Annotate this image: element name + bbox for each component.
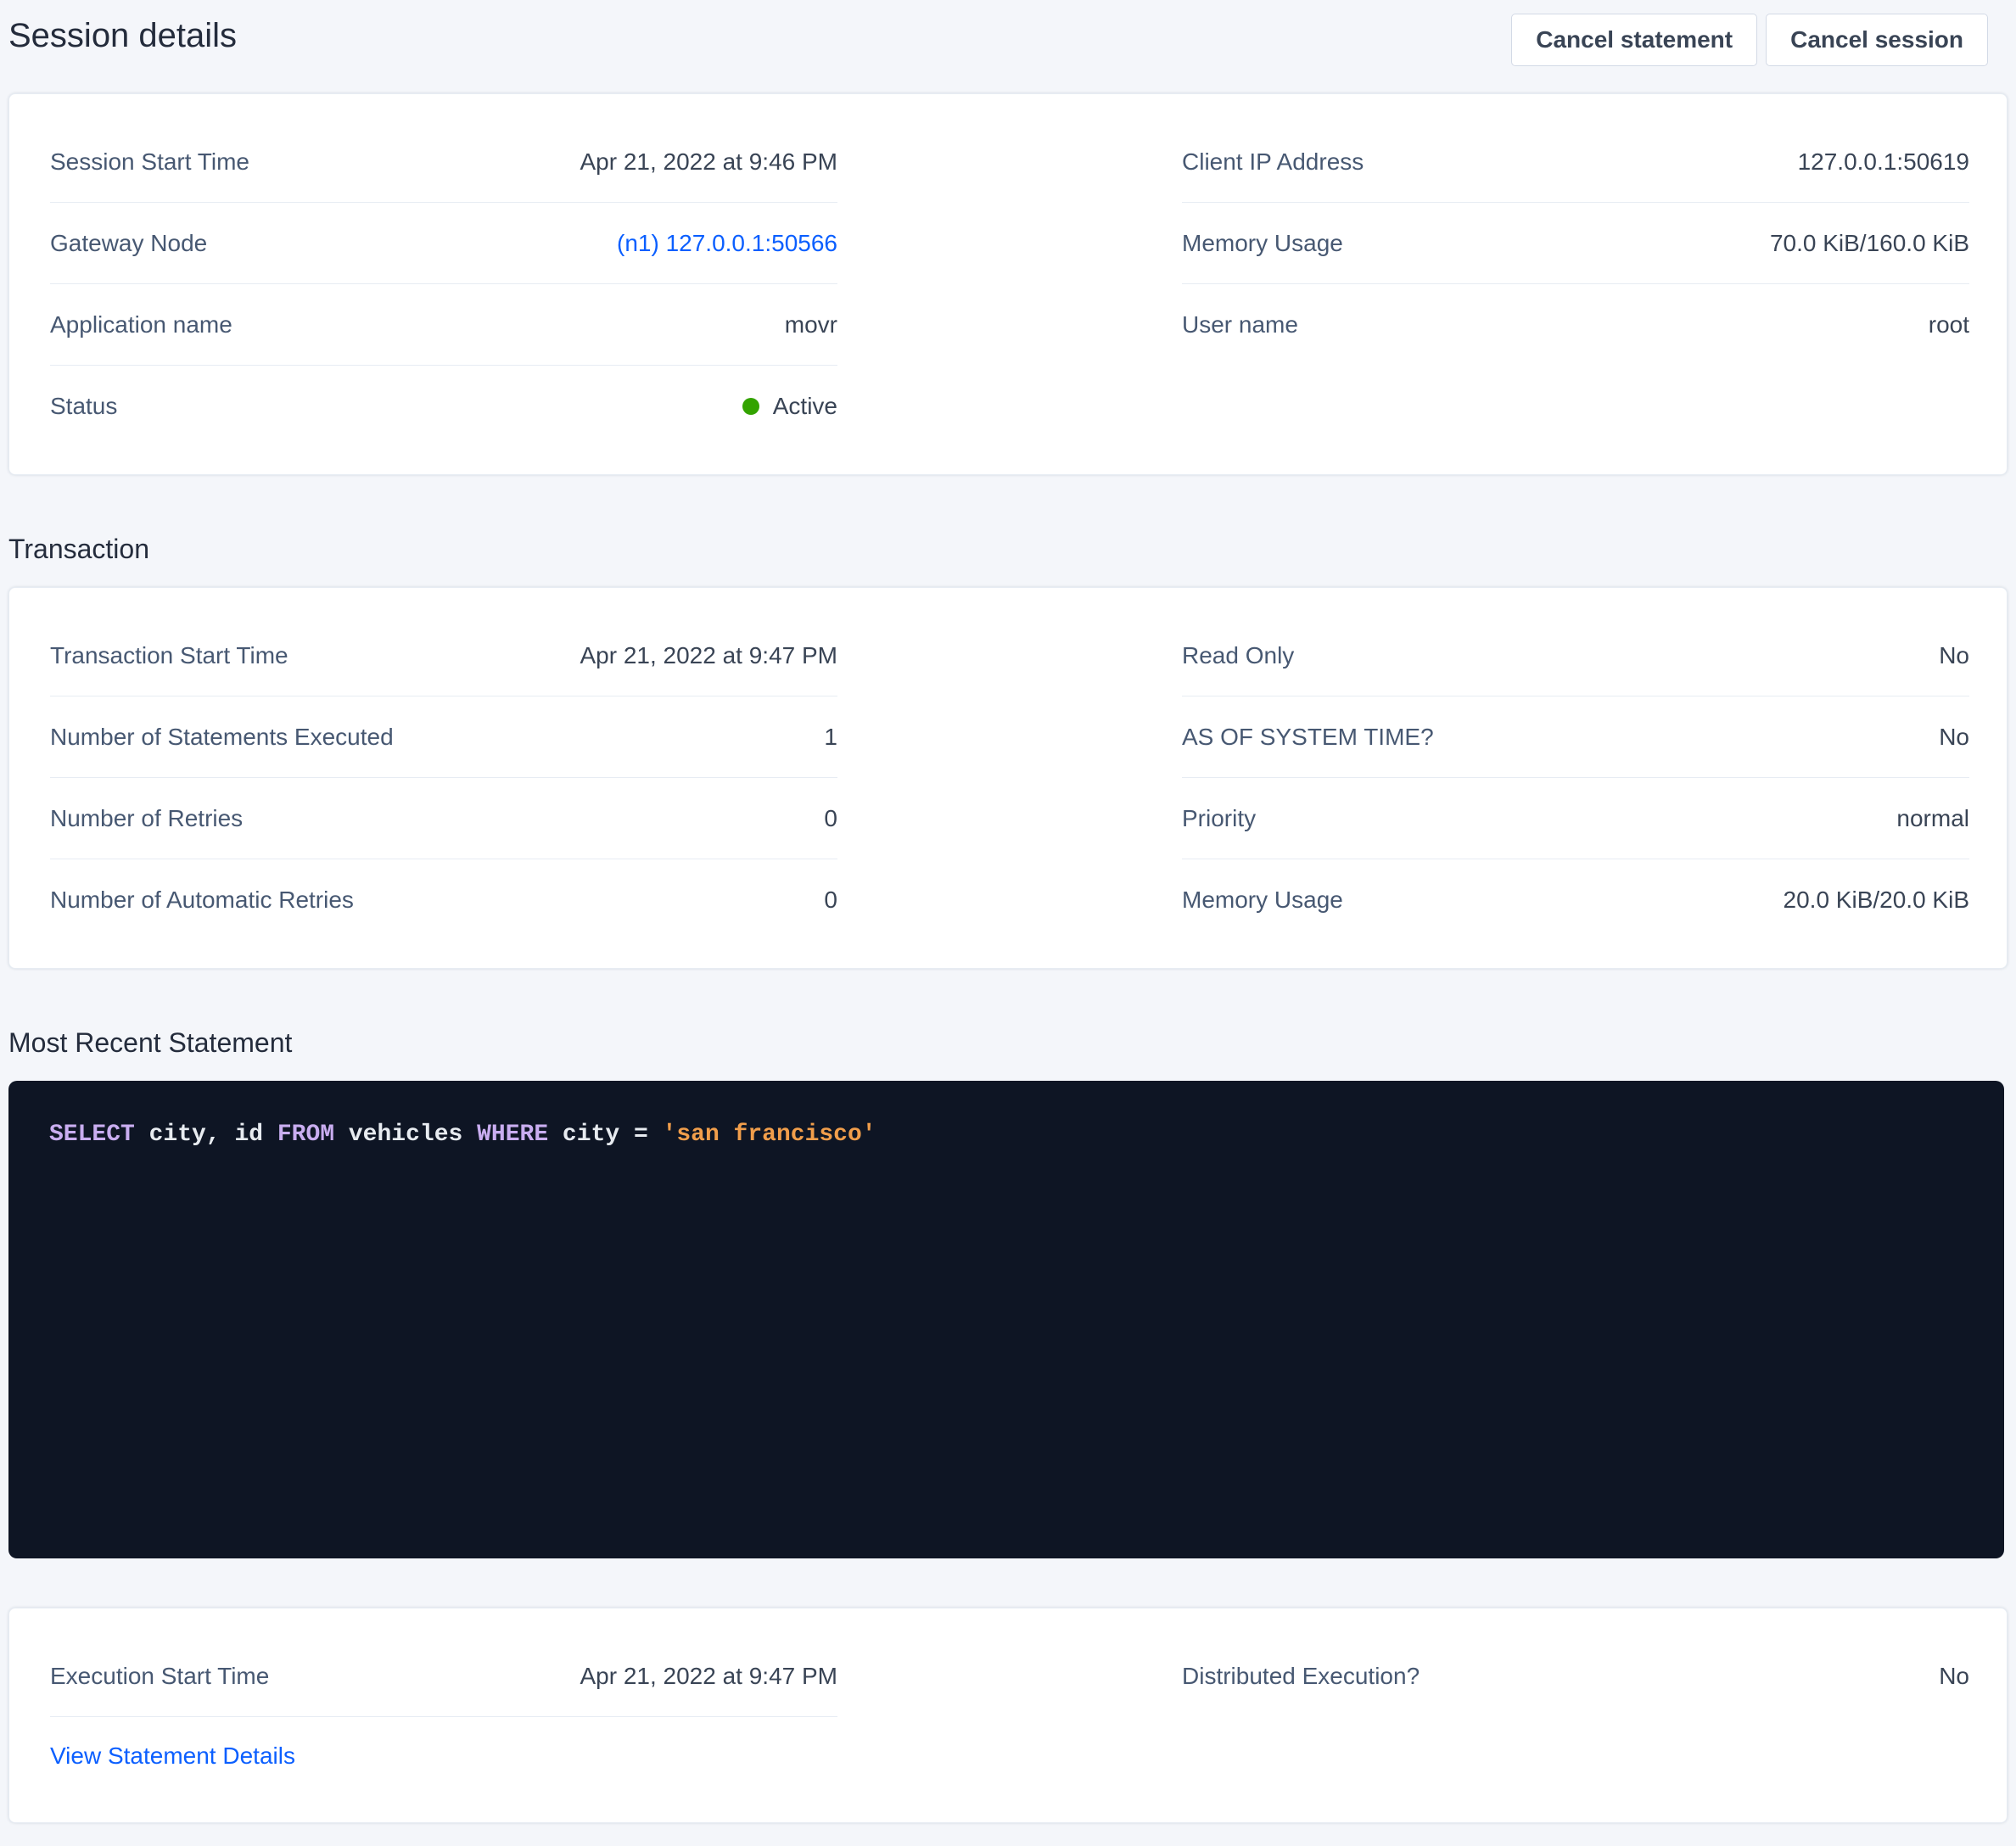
row-value: 0 [824,805,837,832]
row-value: root [1929,311,1969,338]
cancel-statement-button[interactable]: Cancel statement [1511,14,1757,66]
summary-row: Status Active [50,366,837,447]
row-label: Client IP Address [1182,148,1364,176]
row-label: Number of Statements Executed [50,724,394,751]
row-label: Execution Start Time [50,1663,269,1690]
summary-row: Client IP Address 127.0.0.1:50619 [1182,121,1969,203]
sql-token-keyword: WHERE [477,1122,548,1148]
summary-row: Number of Automatic Retries 0 [50,859,837,941]
row-label: Application name [50,311,232,338]
row-value: 0 [824,887,837,914]
status-active-dot-icon [742,398,759,415]
row-value: normal [1896,805,1969,832]
summary-row: Number of Retries 0 [50,778,837,859]
row-value: 127.0.0.1:50619 [1798,148,1969,176]
sql-token-keyword: FROM [277,1122,334,1148]
summary-row: Gateway Node (n1) 127.0.0.1:50566 [50,203,837,284]
view-statement-details-row: View Statement Details [50,1717,837,1795]
summary-row: Memory Usage 70.0 KiB/160.0 KiB [1182,203,1969,284]
row-label: Status [50,393,117,420]
row-value: No [1939,642,1969,669]
session-card-left-column: Session Start Time Apr 21, 2022 at 9:46 P… [50,121,837,447]
status-value: Active [742,393,837,420]
transaction-card-right-column: Read Only No AS OF SYSTEM TIME? No Priority n… [1182,615,1969,941]
summary-row: Execution Start Time Apr 21, 2022 at 9:47… [50,1636,837,1717]
sql-token-plain: vehicles [334,1122,477,1148]
summary-row: Transaction Start Time Apr 21, 2022 at 9:… [50,615,837,696]
row-label: AS OF SYSTEM TIME? [1182,724,1434,751]
row-value: No [1939,1663,1969,1690]
summary-row: Priority normal [1182,778,1969,859]
view-statement-details-link[interactable]: View Statement Details [50,1743,295,1770]
status-text: Active [773,393,837,420]
summary-row: Memory Usage 20.0 KiB/20.0 KiB [1182,859,1969,941]
sql-token-plain: city, id [135,1122,277,1148]
row-value-link[interactable]: (n1) 127.0.0.1:50566 [617,230,837,257]
row-label: Transaction Start Time [50,642,288,669]
statement-section-heading: Most Recent Statement [8,1026,2008,1059]
transaction-card-left-column: Transaction Start Time Apr 21, 2022 at 9:… [50,615,837,941]
page-title: Session details [8,14,237,58]
transaction-section-heading: Transaction [8,533,2008,565]
sql-token-plain: city = [548,1122,662,1148]
execution-rows: Execution Start Time Apr 21, 2022 at 9:47… [50,1636,837,1717]
summary-row: Distributed Execution? No [1182,1636,1969,1717]
sql-token-string: 'san francisco' [663,1122,876,1148]
row-label: Gateway Node [50,230,207,257]
row-value: Apr 21, 2022 at 9:47 PM [580,1663,837,1690]
page-header: Session details Cancel statement Cancel … [8,0,2008,66]
execution-card-right-column: Distributed Execution? No [1182,1636,1969,1795]
execution-summary-card: Execution Start Time Apr 21, 2022 at 9:47… [8,1608,2008,1823]
cancel-session-button[interactable]: Cancel session [1766,14,1988,66]
sql-statement-box: SELECT city, id FROM vehicles WHERE city… [8,1081,2004,1558]
sql-statement-text: SELECT city, id FROM vehicles WHERE city… [49,1120,1963,1150]
sql-token-keyword: SELECT [49,1122,135,1148]
row-value: Apr 21, 2022 at 9:47 PM [580,642,837,669]
row-label: Number of Automatic Retries [50,887,354,914]
row-value: 20.0 KiB/20.0 KiB [1784,887,1969,914]
row-label: Priority [1182,805,1256,832]
row-label: Session Start Time [50,148,249,176]
summary-row: Number of Statements Executed 1 [50,696,837,778]
row-label: Read Only [1182,642,1294,669]
session-details-page: Session details Cancel statement Cancel … [0,0,2016,1823]
row-value: 1 [824,724,837,751]
row-label: Number of Retries [50,805,243,832]
row-label: Memory Usage [1182,230,1343,257]
execution-card-left-column: Execution Start Time Apr 21, 2022 at 9:47… [50,1636,837,1795]
summary-row: Read Only No [1182,615,1969,696]
session-card-right-column: Client IP Address 127.0.0.1:50619 Memory U… [1182,121,1969,447]
summary-row: Session Start Time Apr 21, 2022 at 9:46 P… [50,121,837,203]
transaction-summary-card: Transaction Start Time Apr 21, 2022 at 9:… [8,587,2008,969]
row-value: Apr 21, 2022 at 9:46 PM [580,148,837,176]
summary-row: AS OF SYSTEM TIME? No [1182,696,1969,778]
row-value: 70.0 KiB/160.0 KiB [1770,230,1969,257]
row-value: movr [785,311,837,338]
session-summary-card: Session Start Time Apr 21, 2022 at 9:46 P… [8,93,2008,475]
row-label: Distributed Execution? [1182,1663,1420,1690]
row-value: No [1939,724,1969,751]
summary-row: User name root [1182,284,1969,366]
row-label: User name [1182,311,1298,338]
header-actions: Cancel statement Cancel session [1511,14,1988,66]
summary-row: Application name movr [50,284,837,366]
row-label: Memory Usage [1182,887,1343,914]
